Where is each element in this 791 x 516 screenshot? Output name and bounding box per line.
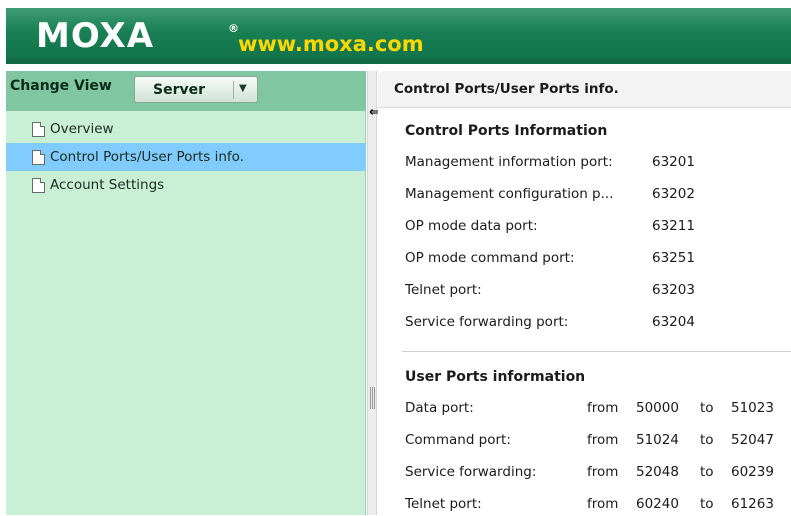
user-port-row: Command port: from 51024 to 52047 bbox=[405, 432, 785, 452]
port-value: 63204 bbox=[652, 314, 695, 330]
port-range-start: 51024 bbox=[636, 432, 679, 448]
port-label: Service forwarding: bbox=[405, 464, 537, 480]
from-label: from bbox=[587, 464, 619, 480]
sidebar-item-label: Control Ports/User Ports info. bbox=[50, 149, 244, 165]
port-range-start: 50000 bbox=[636, 400, 679, 416]
content-panel: Control Ports/User Ports info. Control P… bbox=[378, 71, 791, 515]
panel-splitter[interactable] bbox=[367, 71, 377, 515]
change-view-label: Change View bbox=[10, 78, 112, 94]
port-range-start: 52048 bbox=[636, 464, 679, 480]
port-range-start: 60240 bbox=[636, 496, 679, 512]
user-ports-section-title: User Ports information bbox=[405, 369, 586, 385]
document-icon bbox=[32, 150, 45, 165]
app-header: MOXA ® www.moxa.com bbox=[0, 0, 791, 66]
to-label: to bbox=[700, 496, 714, 512]
port-label: OP mode data port: bbox=[405, 218, 538, 234]
port-value: 63201 bbox=[652, 154, 695, 170]
sidebar-item-account-settings[interactable]: Account Settings bbox=[6, 171, 366, 199]
from-label: from bbox=[587, 496, 619, 512]
port-label: OP mode command port: bbox=[405, 250, 575, 266]
to-label: to bbox=[700, 464, 714, 480]
control-port-row: Management information port: 63201 bbox=[405, 154, 785, 174]
port-value: 63203 bbox=[652, 282, 695, 298]
sidebar-item-control-ports[interactable]: Control Ports/User Ports info. bbox=[6, 143, 366, 171]
port-label: Service forwarding port: bbox=[405, 314, 569, 330]
change-view-toolbar: Change View Server ▼ bbox=[6, 71, 366, 111]
document-icon bbox=[32, 178, 45, 193]
port-value: 63202 bbox=[652, 186, 695, 202]
port-range-end: 61263 bbox=[731, 496, 774, 512]
port-range-end: 51023 bbox=[731, 400, 774, 416]
dropdown-arrow-icon[interactable]: ▼ bbox=[239, 83, 247, 94]
sidebar-item-label: Account Settings bbox=[50, 177, 165, 193]
from-label: from bbox=[587, 400, 619, 416]
port-value: 63211 bbox=[652, 218, 695, 234]
control-ports-section-title: Control Ports Information bbox=[405, 123, 608, 139]
port-label: Command port: bbox=[405, 432, 511, 448]
website-url[interactable]: www.moxa.com bbox=[238, 32, 424, 56]
sidebar-item-overview[interactable]: Overview bbox=[6, 115, 366, 143]
document-icon bbox=[32, 122, 45, 137]
port-label: Data port: bbox=[405, 400, 474, 416]
control-port-row: Service forwarding port: 63204 bbox=[405, 314, 785, 334]
to-label: to bbox=[700, 432, 714, 448]
content-header: Control Ports/User Ports info. bbox=[378, 71, 791, 108]
moxa-logo: MOXA bbox=[36, 16, 155, 56]
control-port-row: OP mode command port: 63251 bbox=[405, 250, 785, 270]
to-label: to bbox=[700, 400, 714, 416]
control-port-row: Telnet port: 63203 bbox=[405, 282, 785, 302]
port-label: Telnet port: bbox=[405, 282, 482, 298]
port-range-end: 52047 bbox=[731, 432, 774, 448]
port-label: Management information port: bbox=[405, 154, 613, 170]
user-port-row: Data port: from 50000 to 51023 bbox=[405, 400, 785, 420]
page-title: Control Ports/User Ports info. bbox=[394, 81, 619, 97]
from-label: from bbox=[587, 432, 619, 448]
control-port-row: Management configuration p... 63202 bbox=[405, 186, 785, 206]
view-select-divider bbox=[233, 81, 234, 99]
sidebar-nav: Overview Control Ports/User Ports info. … bbox=[6, 115, 366, 199]
port-range-end: 60239 bbox=[731, 464, 774, 480]
port-value: 63251 bbox=[652, 250, 695, 266]
header-banner: MOXA ® www.moxa.com bbox=[6, 8, 791, 64]
user-port-row: Service forwarding: from 52048 to 60239 bbox=[405, 464, 785, 484]
section-divider bbox=[402, 351, 791, 352]
control-port-row: OP mode data port: 63211 bbox=[405, 218, 785, 238]
port-label: Telnet port: bbox=[405, 496, 482, 512]
view-select-value: Server bbox=[153, 82, 206, 98]
sidebar-item-label: Overview bbox=[50, 121, 114, 137]
splitter-grip-icon[interactable] bbox=[370, 387, 375, 409]
left-panel: Change View Server ▼ Overview Control Po… bbox=[6, 71, 366, 515]
user-port-row: Telnet port: from 60240 to 61263 bbox=[405, 496, 785, 516]
port-label: Management configuration p... bbox=[405, 186, 614, 202]
view-select[interactable]: Server ▼ bbox=[134, 76, 258, 103]
